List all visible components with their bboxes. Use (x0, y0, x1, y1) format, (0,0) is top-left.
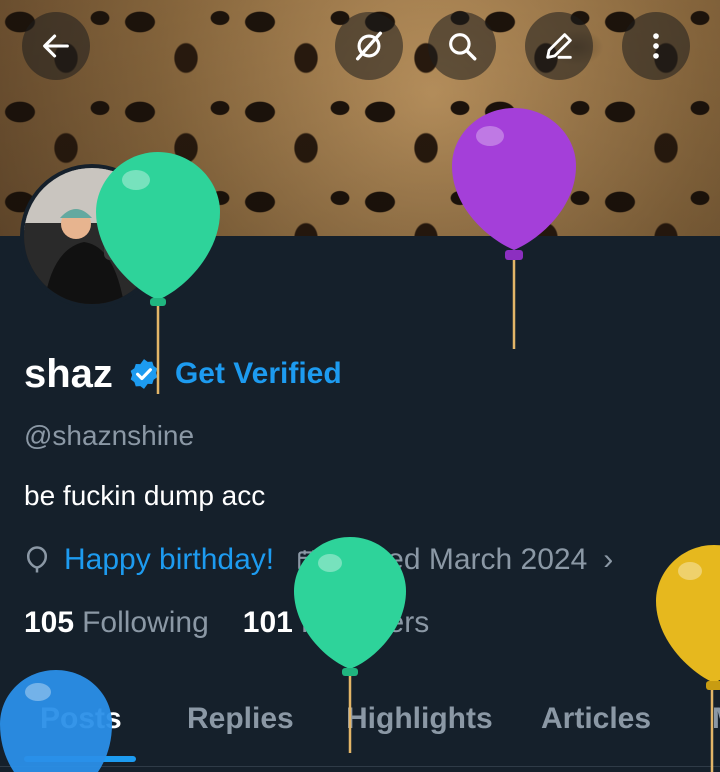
balloon-purple (450, 106, 578, 351)
following-label: Following (82, 606, 209, 639)
more-vertical-icon (653, 33, 659, 59)
birthday-link[interactable]: Happy birthday! (64, 543, 274, 577)
more-button[interactable] (622, 12, 690, 80)
balloon-green-2 (292, 535, 408, 755)
back-button[interactable] (22, 12, 90, 80)
arrow-left-icon (43, 34, 69, 58)
balloon-yellow (654, 543, 720, 772)
followers-count: 101 (242, 606, 293, 639)
tab-articles[interactable]: Articles (541, 702, 651, 736)
grok-icon (355, 31, 383, 61)
tab-replies[interactable]: Replies (187, 702, 294, 736)
following-count: 105 (24, 606, 75, 639)
compose-icon (546, 33, 572, 59)
balloon-green-1 (94, 150, 222, 395)
grok-button[interactable] (335, 12, 403, 80)
chevron-right-icon[interactable]: › (603, 543, 613, 577)
following-link[interactable]: 105 Following (24, 606, 209, 640)
search-icon (449, 33, 477, 61)
search-button[interactable] (428, 12, 496, 80)
profile-bio: be fuckin dump acc (24, 480, 266, 511)
balloon-blue (0, 668, 112, 772)
profile-screen: shaz Get Verified @shaznshine be fuckin … (0, 0, 720, 772)
compose-button[interactable] (525, 12, 593, 80)
profile-handle: @shaznshine (24, 420, 195, 451)
balloon-icon (27, 546, 47, 573)
